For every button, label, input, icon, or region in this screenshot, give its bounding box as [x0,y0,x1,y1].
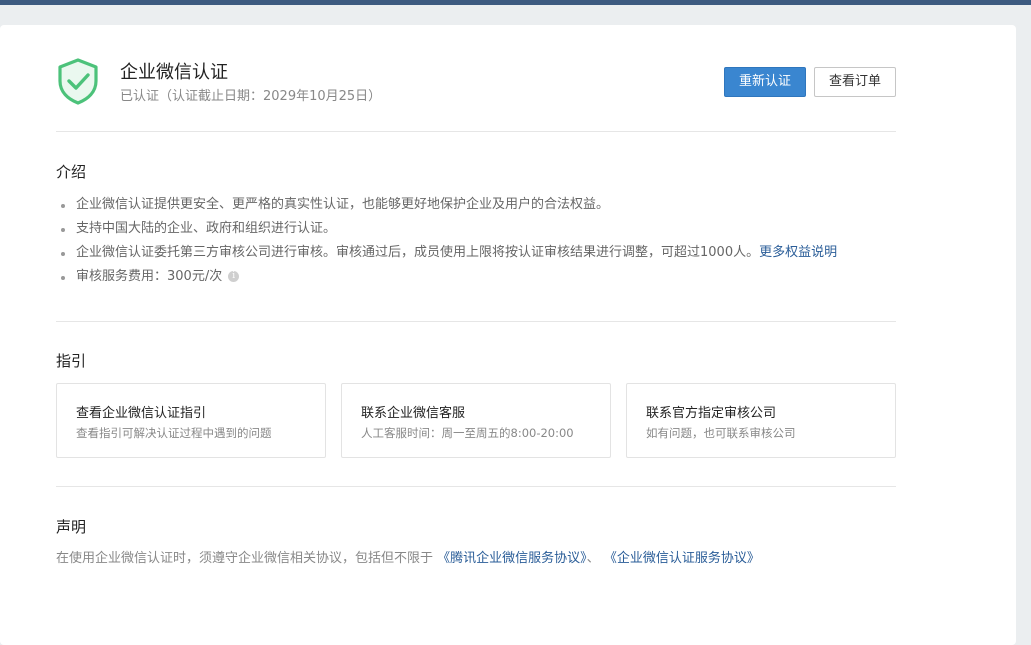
bullet-icon [61,204,65,208]
list-item: 企业微信认证提供更安全、更严格的真实性认证，也能够更好地保护企业及用户的合法权益… [56,193,837,217]
bullet-icon [61,228,65,232]
guide-card-audit-company[interactable]: 联系官方指定审核公司 如有问题，也可联系审核公司 [626,383,896,458]
guide-card-title: 联系企业微信客服 [361,406,466,421]
shield-check-icon [58,58,98,105]
intro-section-title: 介绍 [56,163,87,181]
guide-card-certification-guide[interactable]: 查看企业微信认证指引 查看指引可解决认证过程中遇到的问题 [56,383,326,458]
guide-card-customer-service[interactable]: 联系企业微信客服 人工客服时间：周一至周五的8:00-20:00 [341,383,611,458]
statement-text: 在使用企业微信认证时，须遵守企业微信相关协议，包括但不限于 《腾讯企业微信服务协… [56,547,760,566]
certification-header: 企业微信认证 已认证（认证截止日期：2029年10月25日） 重新认证 查看订单 [56,55,896,105]
certification-service-agreement-link[interactable]: 《企业微信认证服务协议》 [604,551,760,566]
guide-card-desc: 人工客服时间：周一至周五的8:00-20:00 [361,426,574,440]
divider [56,131,896,132]
info-icon[interactable]: i [228,271,240,282]
top-bar [0,0,1031,5]
guide-card-title: 联系官方指定审核公司 [646,406,777,421]
list-item-text: 支持中国大陆的企业、政府和组织进行认证。 [76,221,337,236]
statement-body: 在使用企业微信认证时，须遵守企业微信相关协议，包括但不限于 [56,551,434,566]
view-order-button[interactable]: 查看订单 [814,67,896,97]
main-card: 企业微信认证 已认证（认证截止日期：2029年10月25日） 重新认证 查看订单… [0,25,1016,645]
guide-card-desc: 查看指引可解决认证过程中遇到的问题 [76,426,272,440]
guide-card-desc: 如有问题，也可联系审核公司 [646,426,796,440]
bullet-icon [61,276,65,280]
list-item: 企业微信认证委托第三方审核公司进行审核。审核通过后，成员使用上限将按认证审核结果… [56,241,837,265]
tencent-service-agreement-link[interactable]: 《腾讯企业微信服务协议》 [437,551,587,566]
certification-status: 已认证（认证截止日期：2029年10月25日） [120,89,382,104]
list-item-text: 审核服务费用：300元/次 [76,269,223,284]
more-benefits-link[interactable]: 更多权益说明 [759,245,837,260]
separator: 、 [586,551,600,566]
recertify-button[interactable]: 重新认证 [724,67,806,97]
bullet-icon [61,252,65,256]
page-title: 企业微信认证 [120,62,228,83]
list-item: 审核服务费用：300元/次 i [56,265,837,289]
intro-list: 企业微信认证提供更安全、更严格的真实性认证，也能够更好地保护企业及用户的合法权益… [56,193,837,289]
list-item: 支持中国大陆的企业、政府和组织进行认证。 [56,217,837,241]
list-item-text: 企业微信认证委托第三方审核公司进行审核。审核通过后，成员使用上限将按认证审核结果… [76,245,760,260]
divider [56,486,896,487]
statement-section-title: 声明 [56,518,87,536]
guide-card-title: 查看企业微信认证指引 [76,406,207,421]
divider [56,321,896,322]
list-item-text: 企业微信认证提供更安全、更严格的真实性认证，也能够更好地保护企业及用户的合法权益… [76,197,610,212]
guide-section-title: 指引 [56,352,87,370]
